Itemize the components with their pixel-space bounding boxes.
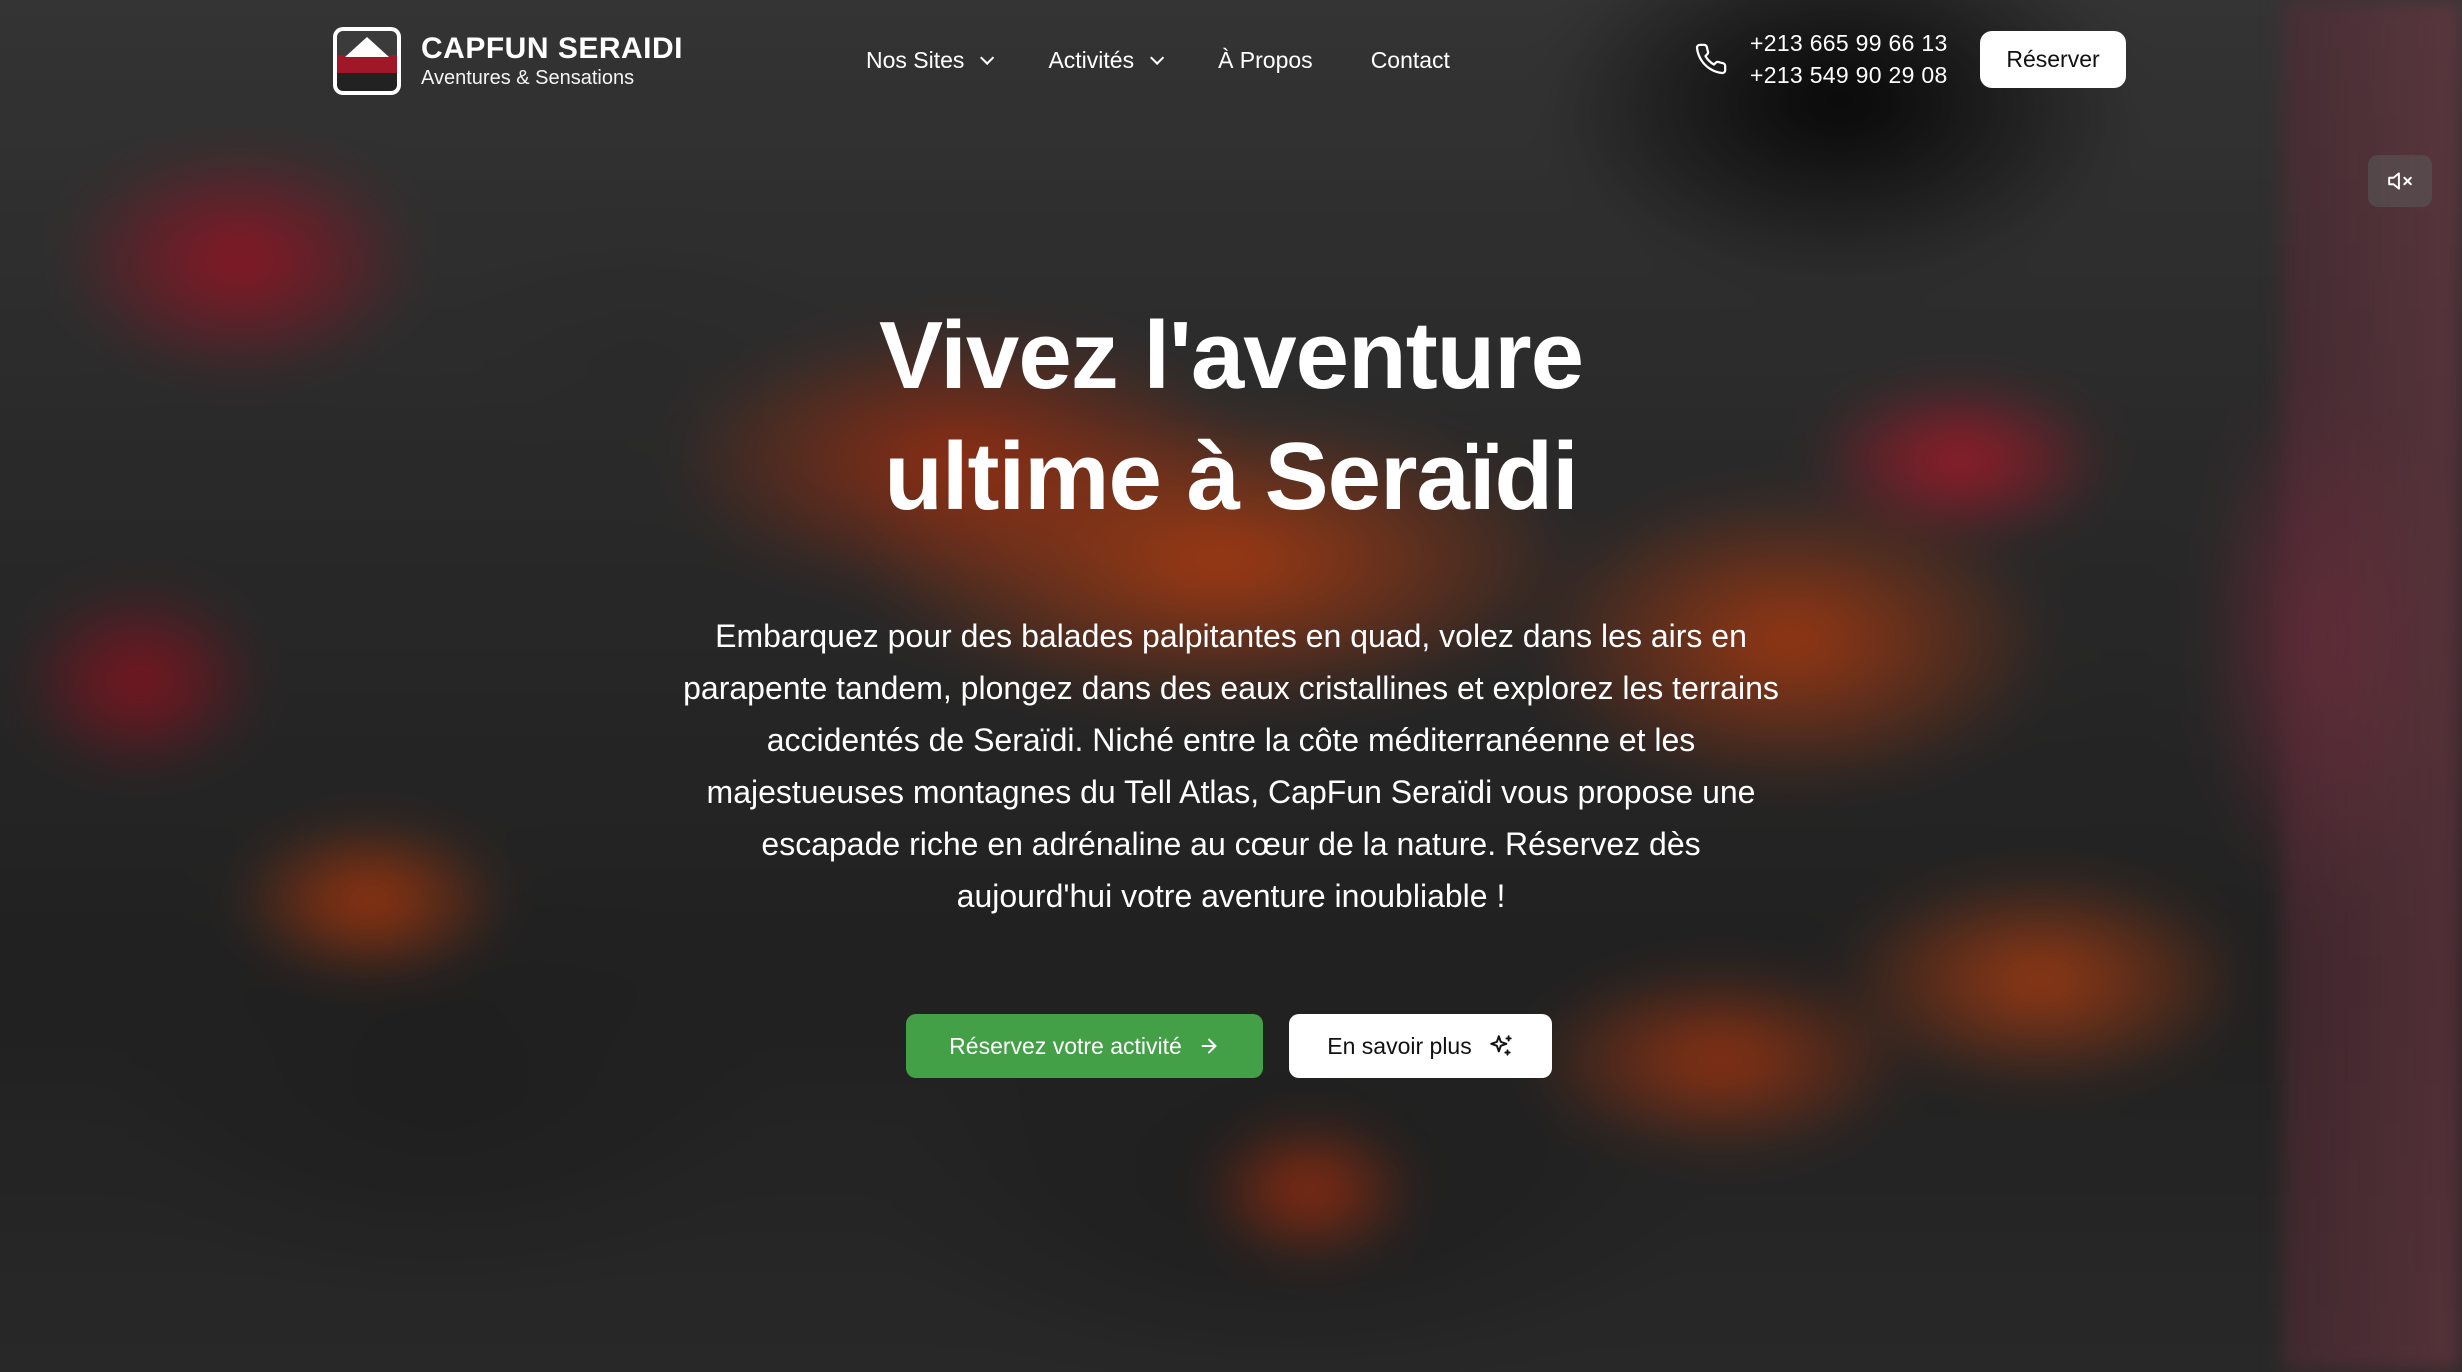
arrow-right-icon <box>1198 1035 1220 1057</box>
phone-contact[interactable]: +213 665 99 66 13 +213 549 90 29 08 <box>1694 27 1948 91</box>
brand-name: CAPFUN SERAIDI <box>421 32 684 65</box>
brand-text: CAPFUN SERAIDI Aventures & Sensations <box>421 32 683 90</box>
brand-logo <box>333 27 401 95</box>
hero-headline: Vivez l'aventure ultime à Seraïdi <box>631 295 1831 537</box>
site-header: CAPFUN SERAIDI Aventures & Sensations No… <box>0 0 2462 120</box>
chevron-down-icon <box>1150 50 1165 65</box>
nav-item-label: Nos Sites <box>866 47 965 73</box>
nav-item-activites[interactable]: Activités <box>1048 40 1165 80</box>
main-nav: Nos Sites Activités À Propos Contact <box>866 40 1508 80</box>
chevron-down-icon <box>980 50 995 65</box>
nav-item-label: À Propos <box>1218 47 1313 73</box>
brand-link[interactable]: CAPFUN SERAIDI Aventures & Sensations <box>333 27 683 95</box>
nav-item-label: Contact <box>1370 47 1450 73</box>
hero-intro-text: Embarquez pour des balades palpitantes e… <box>683 618 1779 914</box>
learn-more-label: En savoir plus <box>1327 1032 1472 1059</box>
phone-number-2[interactable]: +213 549 90 29 08 <box>1750 59 1948 91</box>
nav-item-label: Activités <box>1048 47 1135 73</box>
phone-numbers: +213 665 99 66 13 +213 549 90 29 08 <box>1750 27 1948 91</box>
logo-mark <box>337 31 397 91</box>
phone-number-1[interactable]: +213 665 99 66 13 <box>1750 27 1948 59</box>
nav-item-contact[interactable]: Contact <box>1371 40 1450 80</box>
nav-item-nos-sites[interactable]: Nos Sites <box>866 40 995 80</box>
learn-more-button[interactable]: En savoir plus <box>1289 1014 1552 1078</box>
cta-group: Réservez votre activité En savoir plus <box>906 1014 1552 1078</box>
sparkles-icon <box>1488 1033 1514 1059</box>
nav-item-a-propos[interactable]: À Propos <box>1218 40 1313 80</box>
book-activity-label: Réservez votre activité <box>949 1032 1182 1059</box>
volume-muted-icon <box>2388 172 2412 190</box>
hero-section: CAPFUN SERAIDI Aventures & Sensations No… <box>0 0 2462 1372</box>
phone-icon <box>1695 43 1727 75</box>
brand-tagline: Aventures & Sensations <box>421 67 635 89</box>
headline-line-1: Vivez l'aventure <box>878 302 1584 409</box>
headline-line-2: ultime à Seraïdi <box>884 423 1579 530</box>
mute-toggle-button[interactable] <box>2368 155 2432 207</box>
book-activity-button[interactable]: Réservez votre activité <box>906 1014 1263 1078</box>
reserve-button[interactable]: Réserver <box>1980 31 2126 88</box>
